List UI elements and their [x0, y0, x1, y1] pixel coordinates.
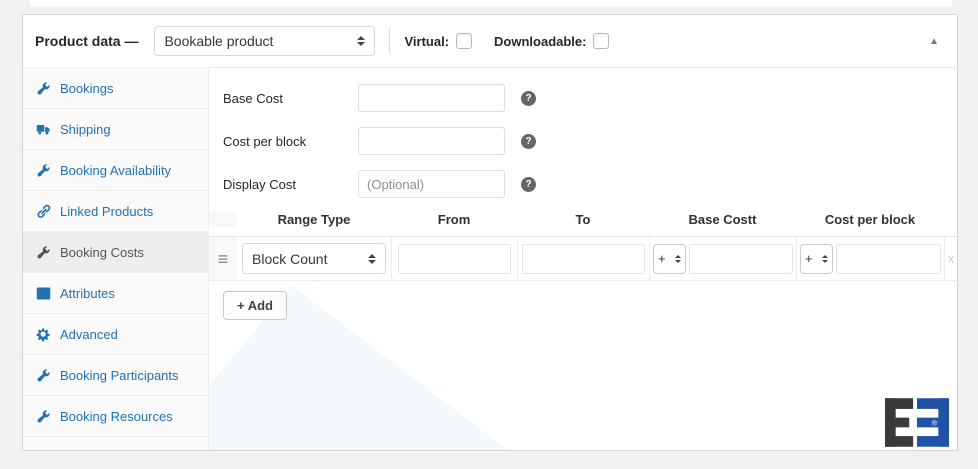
- to-cell: [517, 236, 649, 280]
- truck-icon: [36, 122, 51, 137]
- help-icon[interactable]: ?: [521, 177, 536, 192]
- base-costt-input[interactable]: [689, 244, 793, 274]
- sidebar-item-booking-participants[interactable]: Booking Participants: [23, 355, 208, 396]
- cost-per-block-header: Cost per block: [796, 212, 944, 227]
- display-cost-label: Display Cost: [209, 177, 358, 192]
- drag-handle-icon[interactable]: ≡: [218, 250, 229, 268]
- remove-cell: x: [944, 236, 957, 280]
- sidebar-item-booking-availability[interactable]: Booking Availability: [23, 150, 208, 191]
- base-costt-cell: +: [649, 236, 796, 280]
- metabox-header: Product data — Bookable product Virtual:…: [23, 15, 957, 68]
- sidebar-item-label: Advanced: [60, 327, 118, 342]
- range-type-select[interactable]: Block Count: [242, 243, 386, 274]
- display-cost-row: Display Cost ?: [209, 169, 957, 199]
- remove-row-icon[interactable]: x: [948, 251, 955, 266]
- sidebar-item-attributes[interactable]: Attributes: [23, 273, 208, 314]
- header-separator: [389, 28, 390, 54]
- display-cost-input[interactable]: [358, 170, 505, 198]
- downloadable-label: Downloadable:: [494, 34, 586, 49]
- sidebar-item-booking-costs[interactable]: Booking Costs: [23, 232, 208, 273]
- help-icon[interactable]: ?: [521, 134, 536, 149]
- cost-per-block-modifier-value: +: [805, 251, 816, 266]
- range-type-header: Range Type: [237, 212, 391, 227]
- downloadable-group: Downloadable:: [494, 33, 609, 49]
- virtual-checkbox[interactable]: [456, 33, 472, 49]
- costs-table-header: Range Type From To Base Costt Cost per b…: [209, 212, 957, 236]
- sidebar-item-advanced[interactable]: Advanced: [23, 314, 208, 355]
- wrench-icon: [36, 81, 51, 96]
- drag-cell: ≡: [209, 236, 237, 280]
- base-cost-label: Base Cost: [209, 91, 358, 106]
- cost-fields: Base Cost ? Cost per block ? Display Cos…: [209, 68, 957, 199]
- to-header: To: [517, 212, 649, 227]
- select-updown-icon: [675, 255, 681, 263]
- sidebar-item-booking-resources[interactable]: Booking Resources: [23, 396, 208, 437]
- select-updown-icon: [357, 36, 365, 46]
- sidebar-item-bookings[interactable]: Bookings: [23, 68, 208, 109]
- sidebar-item-label: Booking Participants: [60, 368, 179, 383]
- wrench-icon: [36, 163, 51, 178]
- registered-mark: ®: [932, 418, 938, 427]
- cost-per-block-row: Cost per block ?: [209, 126, 957, 156]
- sidebar-item-label: Booking Resources: [60, 409, 173, 424]
- from-header: From: [391, 212, 517, 227]
- drag-column-header: [209, 212, 237, 227]
- range-type-cell: Block Count: [237, 236, 391, 280]
- help-icon[interactable]: ?: [521, 91, 536, 106]
- product-type-value: Bookable product: [164, 33, 351, 49]
- card-icon: [36, 286, 51, 301]
- sidebar-item-label: Booking Availability: [60, 163, 171, 178]
- sidebar-item-linked-products[interactable]: Linked Products: [23, 191, 208, 232]
- page-title: Product data —: [35, 33, 138, 49]
- cost-per-block-cell: +: [796, 236, 944, 280]
- from-cell: [391, 236, 517, 280]
- base-cost-modifier-value: +: [658, 251, 669, 266]
- product-type-select[interactable]: Bookable product: [154, 26, 375, 56]
- select-updown-icon: [822, 255, 828, 263]
- collapse-toggle-icon[interactable]: ▲: [925, 32, 943, 51]
- base-costt-header: Base Costt: [649, 212, 796, 227]
- product-data-metabox: Product data — Bookable product Virtual:…: [22, 14, 958, 451]
- sidebar-item-label: Linked Products: [60, 204, 153, 219]
- sidebar-item-label: Booking Costs: [60, 245, 144, 260]
- virtual-group: Virtual:: [404, 33, 472, 49]
- virtual-label: Virtual:: [404, 34, 449, 49]
- sidebar-item-label: Bookings: [60, 81, 113, 96]
- booking-costs-panel: Base Cost ? Cost per block ? Display Cos…: [209, 68, 957, 450]
- product-data-tabs: Bookings Shipping Booking Availability L…: [23, 68, 209, 450]
- wrench-icon: [36, 245, 51, 260]
- adjacent-metabox-edge: [30, 0, 952, 6]
- costs-ranges-table: Range Type From To Base Costt Cost per b…: [209, 212, 957, 281]
- metabox-body: Bookings Shipping Booking Availability L…: [23, 68, 957, 450]
- cost-per-block-modifier-select[interactable]: +: [800, 244, 833, 274]
- downloadable-checkbox[interactable]: [593, 33, 609, 49]
- wrench-icon: [36, 409, 51, 424]
- sidebar-item-label: Attributes: [60, 286, 115, 301]
- base-cost-input[interactable]: [358, 84, 505, 112]
- base-cost-modifier-select[interactable]: +: [653, 244, 686, 274]
- link-icon: [36, 204, 51, 219]
- range-type-value: Block Count: [252, 251, 362, 267]
- cost-per-block-input[interactable]: [836, 244, 941, 274]
- add-range-button[interactable]: + Add: [223, 291, 287, 320]
- logo-letter-e: [885, 398, 913, 446]
- to-input[interactable]: [522, 244, 645, 274]
- base-cost-row: Base Cost ?: [209, 83, 957, 113]
- gear-icon: [36, 327, 51, 342]
- cost-per-block-input[interactable]: [358, 127, 505, 155]
- eg-logo: ®: [885, 398, 949, 447]
- sidebar-item-label: Shipping: [60, 122, 111, 137]
- from-input[interactable]: [398, 244, 511, 274]
- select-updown-icon: [368, 254, 376, 264]
- wrench-icon: [36, 368, 51, 383]
- cost-per-block-label: Cost per block: [209, 134, 358, 149]
- screen: Product data — Bookable product Virtual:…: [0, 0, 978, 469]
- table-row: ≡ Block Count: [209, 236, 957, 281]
- sidebar-item-shipping[interactable]: Shipping: [23, 109, 208, 150]
